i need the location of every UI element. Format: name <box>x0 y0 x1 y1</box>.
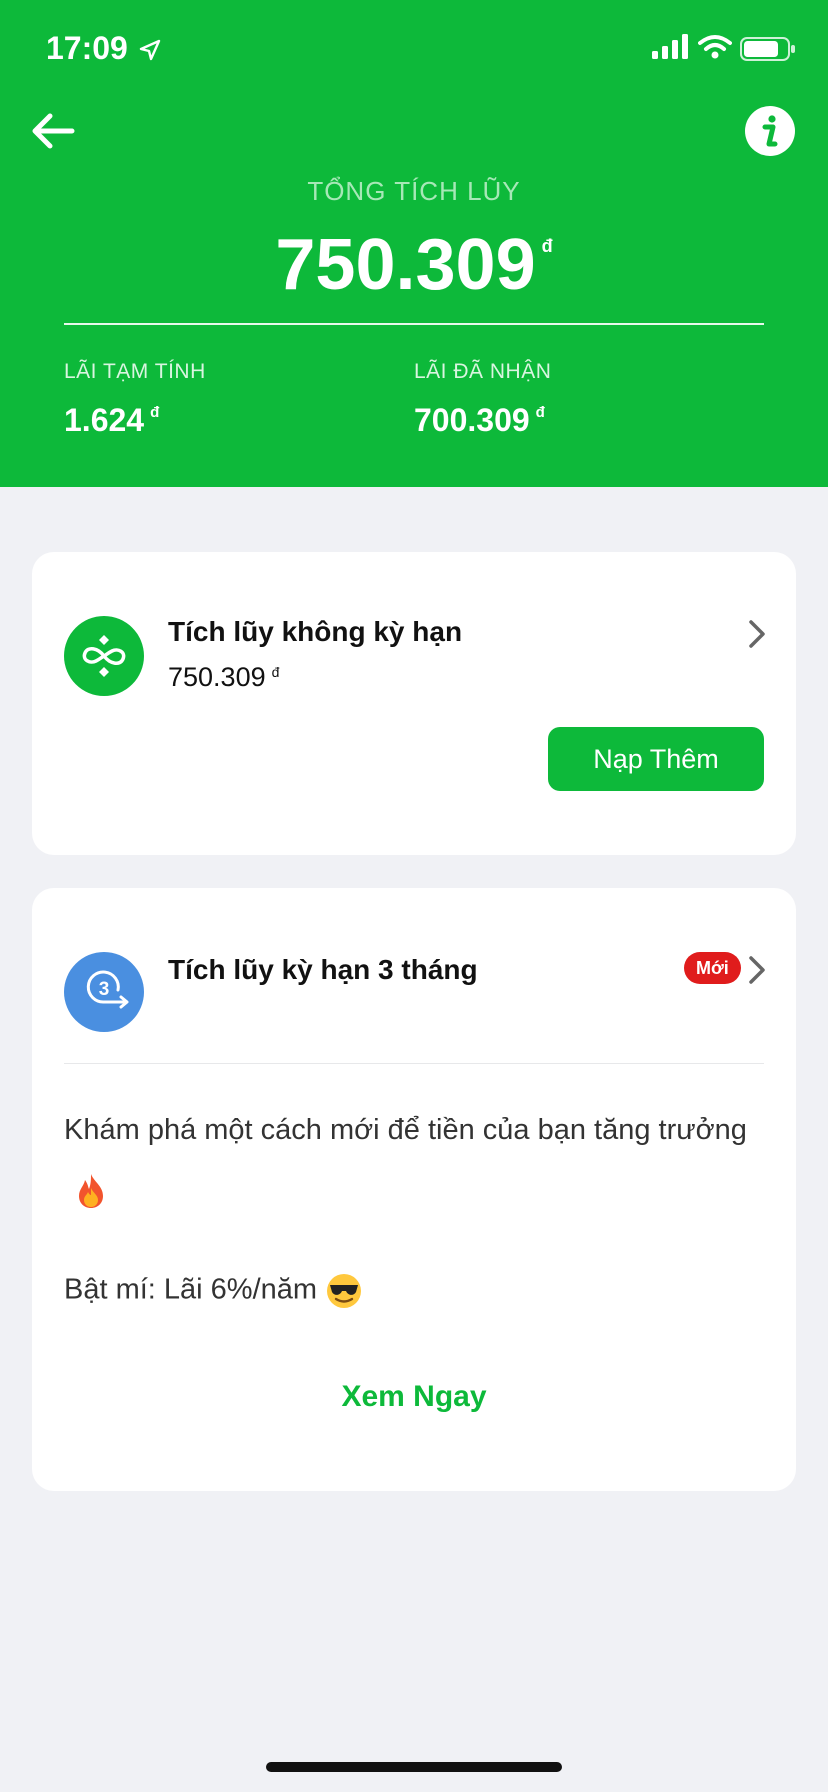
estimated-interest: LÃI TẠM TÍNH 1.624 đ <box>64 360 206 439</box>
currency-symbol: đ <box>271 664 280 680</box>
total-savings-label: TỔNG TÍCH LŨY <box>307 176 521 206</box>
term-3-icon: 3 <box>64 952 144 1032</box>
estimated-interest-value: 1.624 <box>64 402 145 438</box>
flexible-savings-title: Tích lũy không kỳ hạn <box>168 616 463 647</box>
chevron-right-icon[interactable] <box>742 616 770 652</box>
term-savings-card[interactable]: 3 Tích lũy kỳ hạn 3 tháng Mới Khám phá m… <box>32 888 796 1491</box>
header-divider <box>64 323 764 325</box>
status-bar: 17:09 <box>0 0 828 100</box>
new-badge: Mới <box>684 952 741 984</box>
promo-line-1: Khám phá một cách mới để tiền của bạn tă… <box>64 1114 747 1146</box>
sunglasses-emoji-icon <box>327 1274 362 1308</box>
info-icon[interactable] <box>745 106 795 156</box>
status-time: 17:09 <box>46 30 128 66</box>
home-indicator[interactable] <box>266 1762 562 1772</box>
top-up-button[interactable]: Nạp Thêm <box>548 727 764 791</box>
back-arrow-icon[interactable] <box>28 108 78 154</box>
promo-line-2: Bật mí: Lãi 6%/năm <box>64 1273 318 1306</box>
estimated-interest-label: LÃI TẠM TÍNH <box>64 360 206 383</box>
infinity-icon <box>64 616 144 696</box>
currency-symbol: đ <box>535 404 545 421</box>
card-divider <box>64 1063 764 1064</box>
promo-interest-line: Bật mí: Lãi 6%/năm <box>64 1272 363 1310</box>
flexible-savings-amount: 750.309 đ <box>168 662 279 693</box>
fire-emoji-icon <box>79 1174 103 1209</box>
flexible-savings-card[interactable]: Tích lũy không kỳ hạn 750.309 đ Nạp Thêm <box>32 552 796 855</box>
received-interest: LÃI ĐÃ NHẬN 700.309 đ <box>414 360 551 439</box>
see-now-link[interactable]: Xem Ngay <box>32 1380 796 1414</box>
received-interest-value: 700.309 <box>414 402 530 438</box>
currency-symbol: đ <box>541 236 553 256</box>
received-interest-label: LÃI ĐÃ NHẬN <box>414 360 552 383</box>
total-amount-value: 750.309 <box>275 225 536 305</box>
flexible-savings-amount-value: 750.309 <box>168 662 266 692</box>
summary-header: 17:09 TỔNG TÍCH LŨY 750.309 đ LÃI TẠM TÍ… <box>0 0 828 487</box>
signal-icon <box>652 34 688 59</box>
wifi-icon <box>698 35 732 59</box>
battery-icon <box>740 37 795 61</box>
total-savings-amount: 750.309 đ <box>0 224 828 306</box>
promo-text: Khám phá một cách mới để tiền của bạn tă… <box>64 1100 764 1220</box>
term-savings-title: Tích lũy kỳ hạn 3 tháng <box>168 954 478 985</box>
term-icon-number: 3 <box>99 979 110 1000</box>
location-arrow-icon <box>139 39 161 61</box>
chevron-right-icon[interactable] <box>742 952 770 988</box>
currency-symbol: đ <box>150 404 160 421</box>
